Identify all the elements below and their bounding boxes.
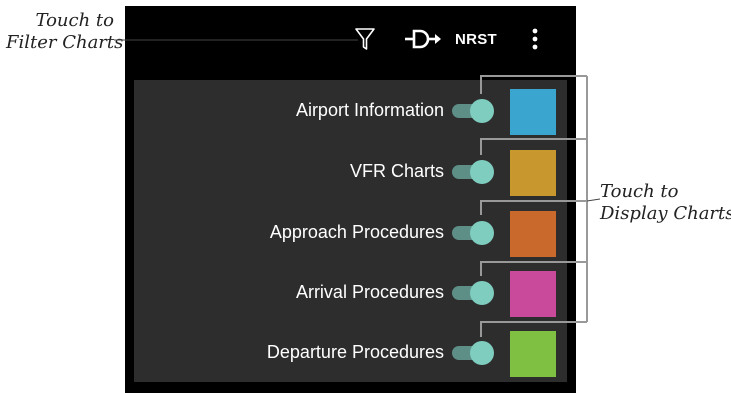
callout-leader-lines xyxy=(114,39,601,337)
display-leader-line xyxy=(586,198,601,202)
display-bracket xyxy=(480,75,588,337)
